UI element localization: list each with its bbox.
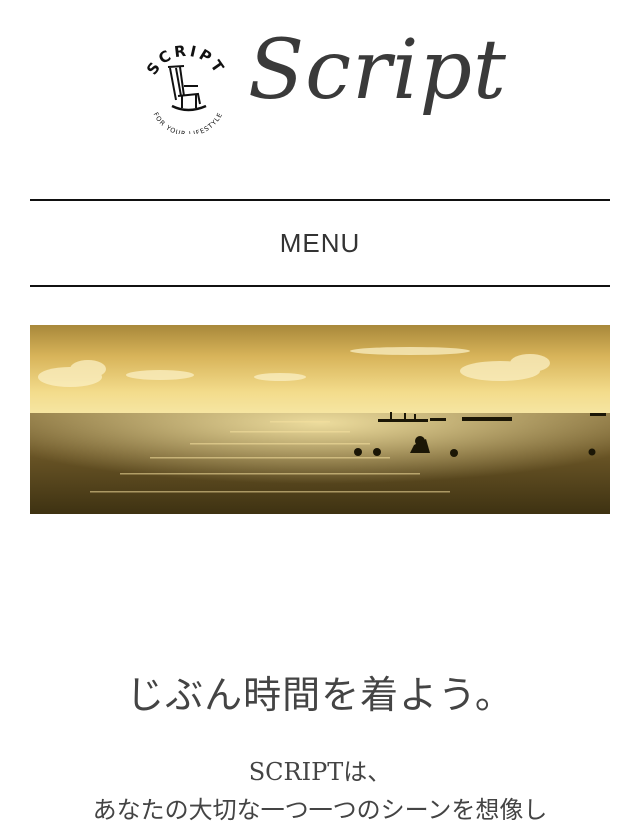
rocking-chair-icon bbox=[167, 65, 207, 112]
hero-image bbox=[30, 325, 610, 514]
tagline-heading: じぶん時間を着よう。 bbox=[126, 673, 514, 717]
site-header: SCRIPT FOR YOUR LIFESTYLE Script bbox=[0, 0, 640, 200]
intro-text-line2: あなたの大切な一つ一つのシーンを想像し bbox=[92, 796, 548, 824]
menu-label: MENU bbox=[279, 227, 361, 258]
site-logo-wordmark[interactable]: Script bbox=[248, 30, 507, 112]
svg-text:FOR YOUR LIFESTYLE: FOR YOUR LIFESTYLE bbox=[152, 111, 225, 134]
menu-toggle[interactable]: MENU bbox=[30, 199, 610, 287]
svg-text:SCRIPT: SCRIPT bbox=[143, 41, 229, 78]
intro-text-line1: SCRIPTは、 bbox=[248, 758, 392, 786]
emblem-top-text: SCRIPT bbox=[143, 41, 226, 78]
emblem-bottom-text: FOR YOUR LIFESTYLE bbox=[152, 111, 224, 134]
chair-logo-emblem[interactable]: SCRIPT FOR YOUR LIFESTYLE bbox=[138, 38, 234, 134]
